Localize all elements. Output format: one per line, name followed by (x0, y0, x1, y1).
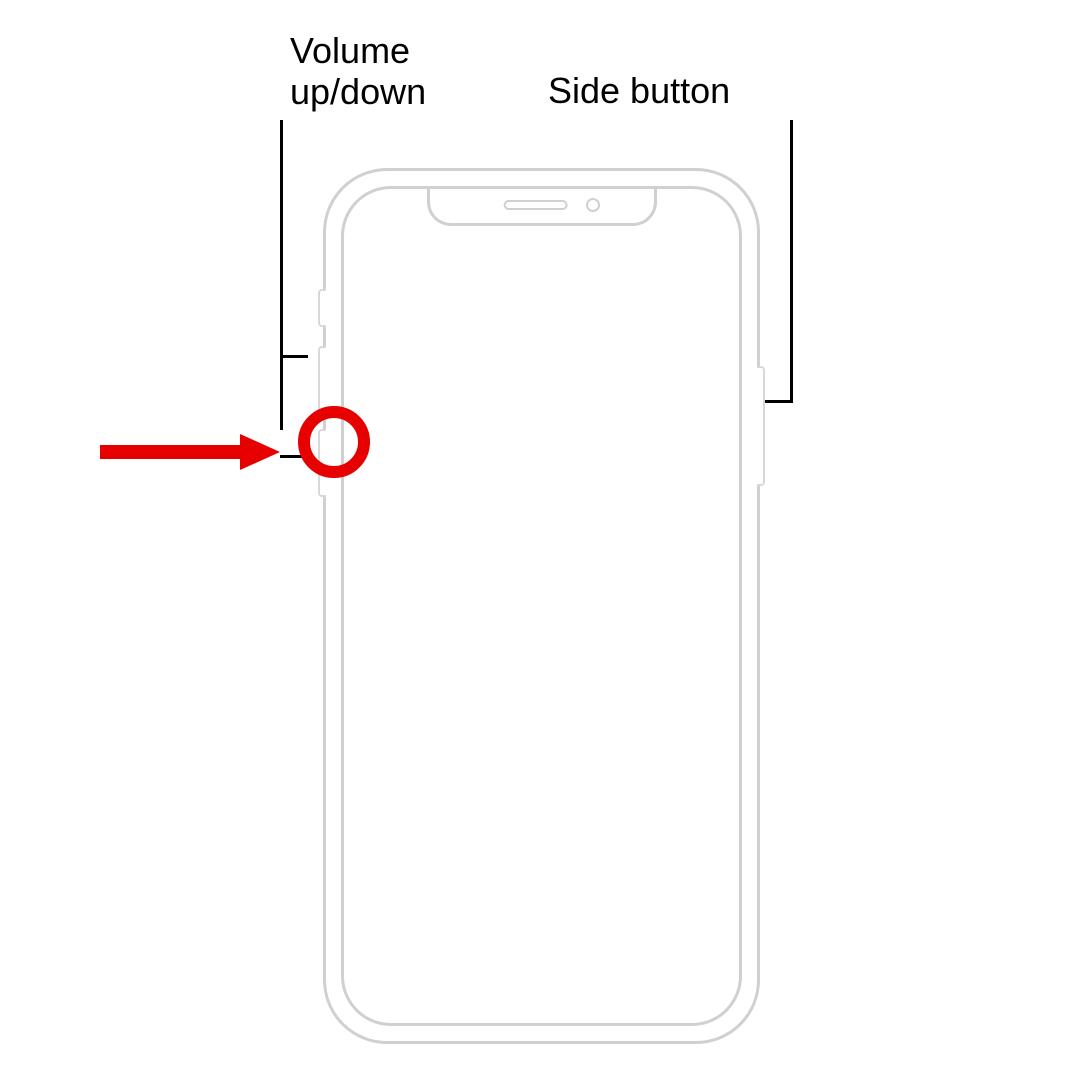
notch (427, 186, 657, 226)
phone-outline (323, 168, 760, 1044)
callout-tick-volume-up (280, 355, 308, 358)
front-camera (586, 198, 600, 212)
label-side: Side button (548, 70, 730, 111)
highlight-circle (298, 406, 370, 478)
callout-line-side-vertical (790, 120, 793, 400)
speaker-grille (503, 200, 567, 210)
label-volume: Volume up/down (290, 30, 490, 113)
volume-up-button (318, 346, 326, 414)
mute-switch (318, 289, 326, 327)
diagram-container: Volume up/down Side button (0, 0, 1080, 1080)
callout-tick-side (765, 400, 793, 403)
phone-screen-bezel (341, 186, 742, 1026)
arrow-icon (90, 432, 280, 472)
callout-line-volume-vertical (280, 120, 283, 430)
side-button (757, 366, 765, 486)
